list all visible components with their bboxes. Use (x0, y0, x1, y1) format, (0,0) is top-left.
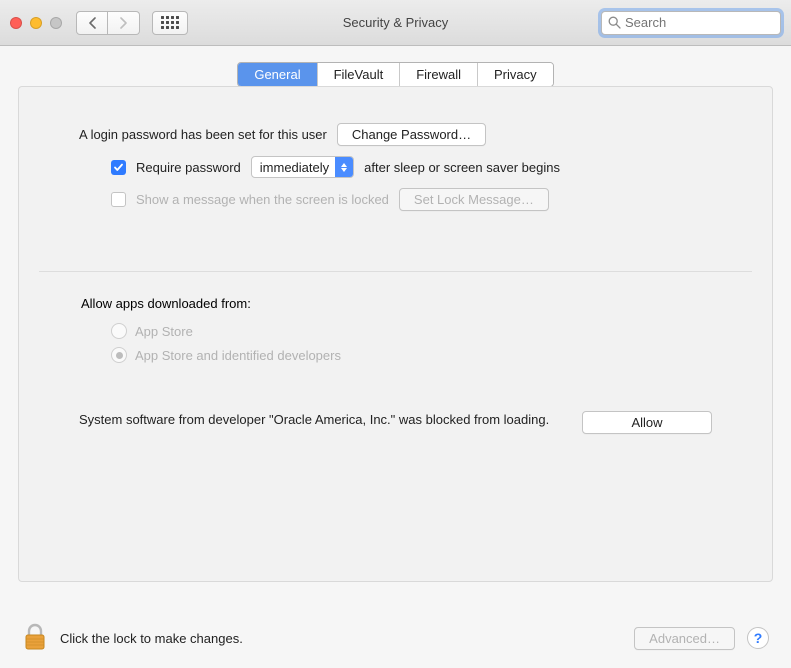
grid-icon (161, 16, 179, 29)
minimize-window-button[interactable] (30, 17, 42, 29)
panel-divider (39, 271, 752, 272)
after-sleep-label: after sleep or screen saver begins (364, 160, 560, 175)
allow-blocked-software-button[interactable]: Allow (582, 411, 712, 434)
search-input[interactable] (625, 15, 791, 30)
show-lock-message-checkbox[interactable] (111, 192, 126, 207)
login-password-set-label: A login password has been set for this u… (79, 127, 327, 142)
require-password-delay-select[interactable]: immediately (251, 156, 354, 178)
show-lock-message-label: Show a message when the screen is locked (136, 192, 389, 207)
tab-general[interactable]: General (238, 63, 317, 86)
search-field-wrapper[interactable] (601, 11, 781, 35)
lock-hint-text: Click the lock to make changes. (60, 631, 243, 646)
require-password-label: Require password (136, 160, 241, 175)
gatekeeper-identified-radio (111, 347, 127, 363)
forward-button[interactable] (108, 11, 140, 35)
gatekeeper-appstore-label: App Store (135, 324, 193, 339)
gatekeeper-section-label: Allow apps downloaded from: (81, 296, 712, 311)
show-all-prefs-button[interactable] (152, 11, 188, 35)
general-panel: A login password has been set for this u… (18, 86, 773, 582)
gatekeeper-identified-label: App Store and identified developers (135, 348, 341, 363)
search-icon (608, 16, 621, 29)
select-stepper-icon (335, 157, 353, 177)
window-titlebar: Security & Privacy (0, 0, 791, 46)
advanced-button[interactable]: Advanced… (634, 627, 735, 650)
tab-bar: General FileVault Firewall Privacy (237, 62, 553, 87)
zoom-window-button[interactable] (50, 17, 62, 29)
lock-button[interactable] (22, 623, 48, 653)
lock-icon (22, 623, 48, 653)
help-button[interactable]: ? (747, 627, 769, 649)
require-password-checkbox[interactable] (111, 160, 126, 175)
set-lock-message-button: Set Lock Message… (399, 188, 549, 211)
window-controls (10, 17, 62, 29)
require-password-delay-value: immediately (260, 160, 335, 175)
change-password-button[interactable]: Change Password… (337, 123, 486, 146)
blocked-software-message: System software from developer "Oracle A… (79, 411, 562, 429)
tab-firewall[interactable]: Firewall (400, 63, 478, 86)
tab-filevault[interactable]: FileVault (318, 63, 401, 86)
back-button[interactable] (76, 11, 108, 35)
close-window-button[interactable] (10, 17, 22, 29)
gatekeeper-appstore-radio (111, 323, 127, 339)
footer-bar: Click the lock to make changes. Advanced… (0, 608, 791, 668)
tab-privacy[interactable]: Privacy (478, 63, 553, 86)
